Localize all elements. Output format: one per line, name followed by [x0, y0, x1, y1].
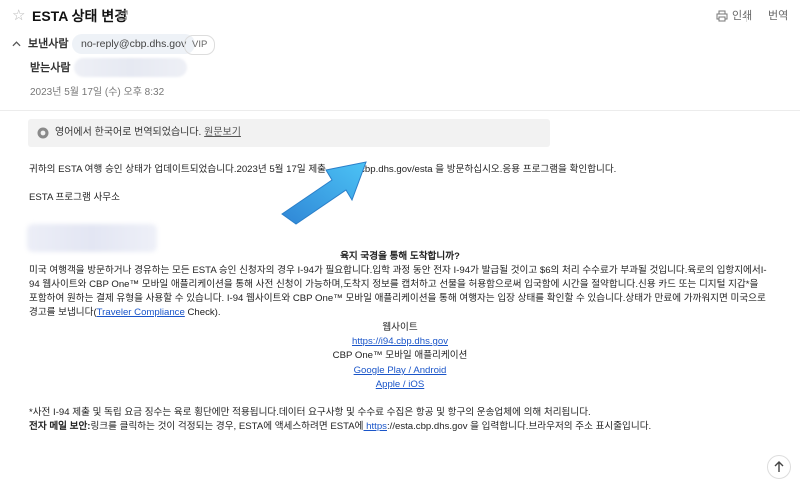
redacted-block — [27, 224, 157, 252]
paragraph-line-1: 미국 여행객을 방문하거나 경유하는 모든 ESTA 승인 신청자의 경우 I-… — [29, 265, 767, 276]
header-divider-line — [0, 110, 800, 111]
esta-https-link[interactable]: https — [364, 421, 387, 432]
paragraph-line-3: 포함하여 원하는 결제 유형을 사용할 수 있습니다. I-94 웹사이트와 C… — [29, 293, 766, 304]
google-play-link[interactable]: Google Play / Android — [354, 365, 447, 376]
app-label: CBP One™ 모바일 애플리케이션 — [332, 350, 468, 361]
security-text-end: ://esta.cbp.dhs.gov 을 입력합니다.브라우저의 주소 표시줄… — [386, 421, 652, 432]
paragraph-line-4: 경고를 보냅니다(Traveler Compliance Check). — [29, 306, 221, 320]
security-text-start: 링크를 클릭하는 것이 걱정되는 경우, ESTA에 액세스하려면 ESTA에 — [90, 421, 364, 432]
google-link-row: Google Play / Android — [0, 364, 800, 378]
paragraph-line-4-start: 경고를 보냅니다( — [29, 307, 97, 318]
paragraph-line-2: 94 웹사이트와 CBP One™ 모바일 애플리케이션을 통해 사전 신청이 … — [29, 279, 759, 290]
security-label: 전자 메일 보안: — [29, 421, 91, 432]
recipient-chip-redacted[interactable] — [74, 58, 187, 77]
translate-button[interactable]: 번역 — [768, 9, 788, 23]
apple-link-row: Apple / iOS — [0, 378, 800, 392]
arrow-up-icon — [774, 461, 784, 472]
translate-icon — [37, 127, 49, 139]
view-original-link[interactable]: 원문보기 — [204, 127, 241, 138]
vip-badge[interactable]: VIP — [184, 35, 216, 55]
external-link-icon[interactable] — [117, 10, 128, 21]
sender-label: 보낸사람 — [28, 38, 69, 50]
traveler-compliance-link[interactable]: Traveler Compliance — [97, 307, 185, 318]
header-divider — [746, 10, 747, 22]
website-label: 웹사이트 — [382, 322, 418, 333]
chevron-up-icon[interactable] — [12, 40, 21, 48]
website-link-row: https://i94.cbp.dhs.gov — [0, 335, 800, 349]
i94-website-link[interactable]: https://i94.cbp.dhs.gov — [352, 336, 448, 347]
security-note: 전자 메일 보안:링크를 클릭하는 것이 걱정되는 경우, ESTA에 액세스하… — [29, 420, 651, 434]
translation-banner-text: 영어에서 한국어로 번역되었습니다. 원문보기 — [55, 127, 241, 139]
paragraph-line-4-end: Check). — [184, 307, 221, 318]
print-icon — [716, 10, 728, 22]
footnote-text: *사전 I-94 제출 및 독립 요금 징수는 육로 횡단에만 적용됩니다.데이… — [29, 407, 591, 418]
scroll-to-top-button[interactable] — [767, 455, 791, 479]
apple-ios-link[interactable]: Apple / iOS — [376, 379, 425, 390]
email-date: 2023년 5월 17일 (수) 오후 8:32 — [30, 87, 165, 98]
land-border-heading: 육지 국경을 통해 도착합니까? — [340, 251, 460, 262]
blue-arrow-annotation — [281, 161, 367, 225]
sender-email-chip[interactable]: no-reply@cbp.dhs.gov — [72, 34, 196, 54]
recipient-label: 받는사람 — [30, 62, 71, 74]
star-icon[interactable]: ☆ — [12, 8, 25, 24]
email-subject: ESTA 상태 변경 — [32, 8, 128, 24]
translation-notice: 영어에서 한국어로 번역되었습니다. — [55, 127, 202, 138]
print-label: 인쇄 — [732, 10, 753, 22]
intro-paragraph: 귀하의 ESTA 여행 승인 상태가 업데이트되었습니다.2023년 5월 17… — [29, 164, 617, 175]
signoff-text: ESTA 프로그램 사무소 — [29, 192, 120, 203]
